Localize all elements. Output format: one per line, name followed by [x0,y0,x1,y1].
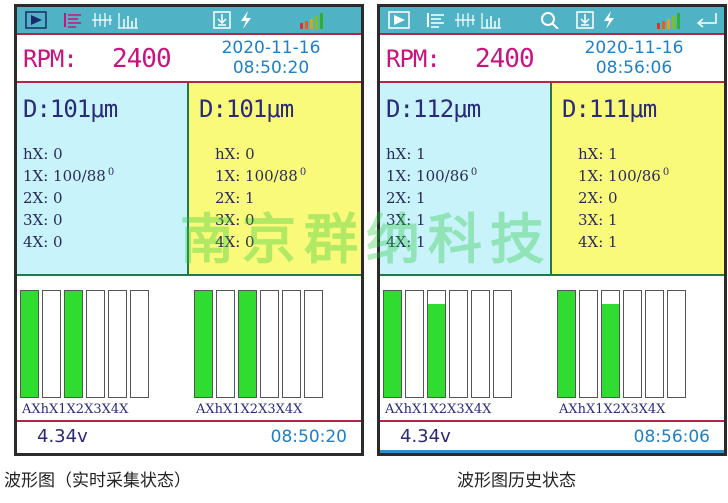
level-bar [216,290,235,398]
level-bar [383,290,402,398]
bar-chart-icon[interactable] [480,11,502,29]
bars-area: AXhX1X2X3X4X AXhX1X2X3X4X [17,274,361,422]
level-bar [260,290,279,398]
hx-value: hX: 0 [23,145,63,163]
watermark: 南京群纳科技 [180,208,552,271]
status-row: 4.34v 08:50:20 [17,422,361,453]
x2-value: 2X: 0 [578,189,618,207]
rpm-value: 2400 [112,44,172,74]
level-bar [108,290,127,398]
play-icon[interactable] [388,11,410,29]
play-icon[interactable] [25,11,47,29]
level-bar [64,290,83,398]
x1-value: 1X: 100/86 0 [578,167,670,185]
signal-icon [300,13,323,29]
level-bar [645,290,664,398]
level-bar [449,290,468,398]
level-bar [238,290,257,398]
level-bar-fill [428,303,445,397]
level-bar-fill [558,291,575,397]
level-bar [42,290,61,398]
x3-value: 3X: 1 [578,211,618,229]
x2-value: 2X: 0 [23,189,63,207]
bar-chart-icon[interactable] [117,11,139,29]
hx-value: hX: 1 [386,145,426,163]
signal-icon [657,13,680,29]
level-bar [86,290,105,398]
rpm-label: RPM: [23,45,78,73]
voltage: 4.34v [400,426,451,447]
wave-icon[interactable] [454,11,476,29]
panel-right: D:111μm hX: 1 1X: 100/86 0 2X: 0 3X: 1 4X… [552,83,724,274]
status-row: 4.34v 08:56:06 [380,422,724,453]
rpm-label: RPM: [386,45,441,73]
status-time: 08:50:20 [270,427,347,447]
level-bar [405,290,424,398]
level-bar-fill [195,291,212,397]
x3-value: 3X: 0 [23,211,63,229]
return-icon[interactable] [695,11,719,29]
level-bar [493,290,512,398]
time: 08:56:06 [595,58,673,78]
rpm-value: 2400 [475,44,535,74]
level-bar [579,290,598,398]
caption-history: 波形图历史状态 [457,471,576,491]
d-value: D:101μm [199,95,294,123]
toolbar [17,7,361,33]
level-bar [20,290,39,398]
bar-label-right: AXhX1X2X3X4X [559,402,666,417]
bar-label-left: AXhX1X2X3X4X [385,402,492,417]
level-bar [282,290,301,398]
save-icon[interactable] [212,11,232,29]
level-bar [623,290,642,398]
level-bar [194,290,213,398]
date: 2020-11-16 [584,38,684,58]
bar-label-left: AXhX1X2X3X4X [22,402,129,417]
x4-value: 4X: 0 [23,233,63,251]
level-bar [601,290,620,398]
x1-value: 1X: 100/88 0 [23,167,115,185]
caption-realtime: 波形图（实时采集状态） [4,471,191,491]
save-icon[interactable] [575,11,595,29]
x1-value: 1X: 100/86 0 [386,167,478,185]
list-icon[interactable] [426,11,446,29]
level-bar-fill [239,291,256,397]
toolbar [380,7,724,33]
d-value: D:112μm [386,95,481,123]
level-bar-fill [602,303,619,397]
wave-icon[interactable] [91,11,113,29]
hx-value: hX: 1 [578,145,618,163]
time: 08:50:20 [232,58,310,78]
d-value: D:111μm [562,95,657,123]
bar-label-right: AXhX1X2X3X4X [196,402,303,417]
level-bar [427,290,446,398]
x4-value: 4X: 1 [578,233,618,251]
level-bar-fill [384,291,401,397]
power-icon [604,11,614,29]
level-bar-fill [65,291,82,397]
search-icon[interactable] [540,11,560,29]
list-icon[interactable] [63,11,83,29]
rpm-row: RPM: 2400 2020-11-16 08:50:20 [17,33,361,83]
voltage: 4.34v [37,426,88,447]
level-bar-fill [21,291,38,397]
power-icon [241,11,251,29]
level-bar [557,290,576,398]
level-bar [471,290,490,398]
x1-value: 1X: 100/88 0 [215,167,307,185]
d-value: D:101μm [23,95,118,123]
level-bar [667,290,686,398]
status-time: 08:56:06 [633,427,710,447]
hx-value: hX: 0 [215,145,255,163]
date: 2020-11-16 [221,38,321,58]
level-bar [304,290,323,398]
rpm-row: RPM: 2400 2020-11-16 08:56:06 [380,33,724,83]
panel-left: D:101μm hX: 0 1X: 100/88 0 2X: 0 3X: 0 4X… [17,83,189,274]
bars-area: AXhX1X2X3X4X AXhX1X2X3X4X [380,274,724,422]
progress-line [380,450,724,453]
level-bar [130,290,149,398]
